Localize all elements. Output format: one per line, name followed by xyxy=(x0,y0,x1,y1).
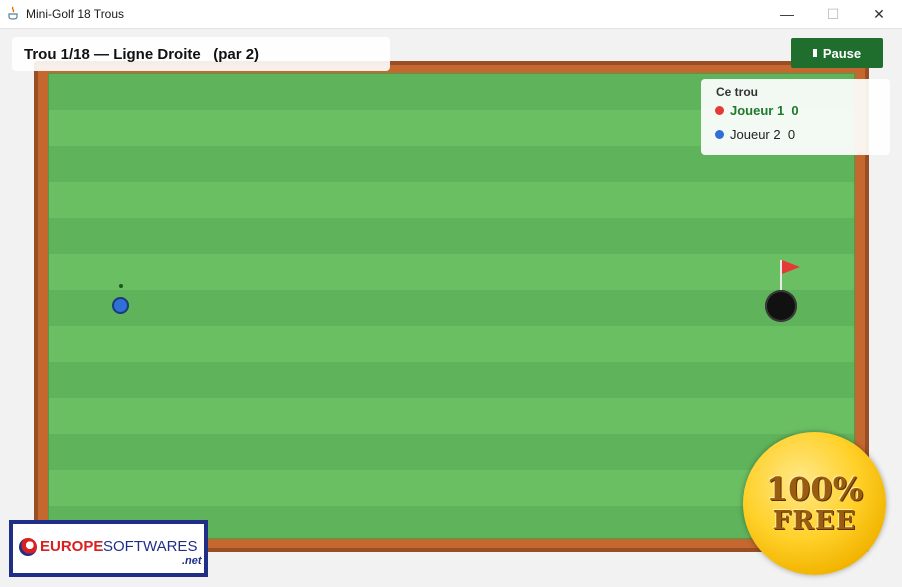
scorecard-row-player-2: Joueur 2 0 xyxy=(715,127,795,142)
logo-swirl-icon xyxy=(19,538,37,556)
player-2-color-dot xyxy=(715,130,724,139)
hole-info-panel: Trou 1/18 — Ligne Droite (par 2) xyxy=(12,37,390,71)
badge-percent: 100% xyxy=(765,470,864,508)
hole-cup xyxy=(765,290,797,322)
aim-indicator xyxy=(119,284,123,288)
golf-ball-player-2[interactable] xyxy=(112,297,129,314)
scorecard-panel: Ce trou Joueur 1 0 Joueur 2 0 xyxy=(701,79,890,155)
scorecard-row-player-1: Joueur 1 0 xyxy=(715,103,799,118)
pause-label: Pause xyxy=(822,45,862,61)
player-1-score: Joueur 1 0 xyxy=(730,103,799,118)
badge-free: FREE xyxy=(772,506,857,536)
window-titlebar[interactable]: Mini-Golf 18 Trous — ☐ ✕ xyxy=(0,0,902,29)
window-title: Mini-Golf 18 Trous xyxy=(26,7,125,21)
europesoftwares-logo: EUROPE SOFTWARES .net xyxy=(9,520,208,577)
maximize-button[interactable]: ☐ xyxy=(810,0,856,28)
scorecard-title: Ce trou xyxy=(716,85,758,99)
player-2-score: Joueur 2 0 xyxy=(730,127,796,142)
pause-button[interactable]: Pause xyxy=(791,38,883,68)
logo-europe: EUROPE xyxy=(40,538,104,555)
logo-softwares: SOFTWARES xyxy=(103,538,198,555)
hole-info-text: Trou 1/18 — Ligne Droite (par 2) xyxy=(24,46,260,63)
pause-icon xyxy=(812,49,817,57)
close-button[interactable]: ✕ xyxy=(856,0,902,28)
minimize-button[interactable]: — xyxy=(764,0,810,28)
java-app-icon xyxy=(8,6,18,20)
logo-net: .net xyxy=(182,555,202,567)
flag-icon xyxy=(782,260,800,274)
player-1-color-dot xyxy=(715,106,724,115)
free-badge: 100% FREE xyxy=(743,432,886,575)
